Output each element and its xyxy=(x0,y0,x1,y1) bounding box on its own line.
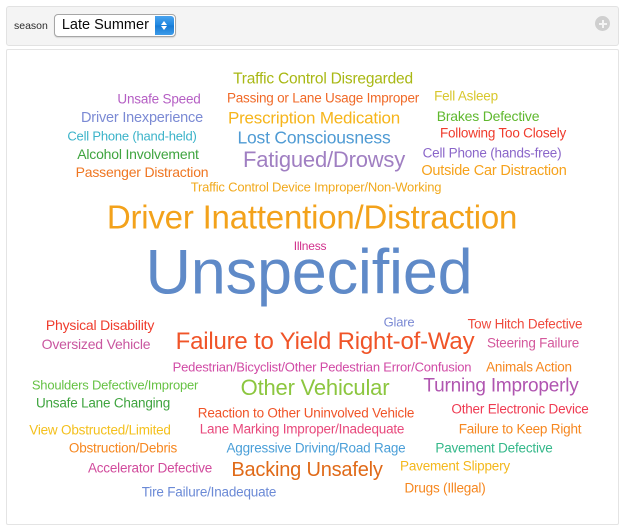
wordcloud-word[interactable]: Prescription Medication xyxy=(228,110,400,127)
wordcloud-word[interactable]: Lane Marking Improper/Inadequate xyxy=(200,422,405,436)
plus-circle-icon[interactable] xyxy=(595,16,610,31)
wordcloud-word[interactable]: Pavement Slippery xyxy=(400,459,510,473)
wordcloud-word[interactable]: Accelerator Defective xyxy=(88,461,212,475)
wordcloud-word[interactable]: Physical Disability xyxy=(46,318,154,332)
wordcloud-word[interactable]: Following Too Closely xyxy=(440,126,566,140)
wordcloud-panel: Traffic Control Disregarded Unsafe Speed P… xyxy=(6,49,619,525)
wordcloud-word[interactable]: Driver Inattention/Distraction xyxy=(107,201,518,234)
wordcloud-word[interactable]: Tire Failure/Inadequate xyxy=(142,485,277,499)
wordcloud-app: season Late Summer Traffic Control Disre… xyxy=(0,0,625,531)
wordcloud-word[interactable]: Unspecified xyxy=(146,241,473,305)
wordcloud-word[interactable]: Passing or Lane Usage Improper xyxy=(227,91,419,105)
chevron-up-icon[interactable] xyxy=(161,21,168,25)
season-selected-value: Late Summer xyxy=(61,17,149,33)
wordcloud-word[interactable]: Reaction to Other Uninvolved Vehicle xyxy=(198,406,415,420)
wordcloud-word[interactable]: Backing Unsafely xyxy=(231,460,383,480)
season-stepper[interactable] xyxy=(154,16,174,35)
plus-vertical-bar xyxy=(601,19,604,28)
wordcloud-word[interactable]: Pedestrian/Bicyclist/Other Pedestrian Er… xyxy=(173,361,472,374)
wordcloud-word[interactable]: Animals Action xyxy=(486,360,572,374)
season-control: season Late Summer xyxy=(14,14,176,37)
wordcloud-word[interactable]: Drugs (Illegal) xyxy=(404,481,485,495)
wordcloud-word[interactable]: Steering Failure xyxy=(487,336,579,350)
wordcloud-word[interactable]: Tow Hitch Defective xyxy=(468,317,583,331)
wordcloud-word[interactable]: Aggressive Driving/Road Rage xyxy=(227,441,406,455)
wordcloud-word[interactable]: View Obstructed/Limited xyxy=(29,423,171,437)
wordcloud-canvas: Traffic Control Disregarded Unsafe Speed P… xyxy=(7,50,618,524)
chevron-down-icon[interactable] xyxy=(161,26,168,30)
wordcloud-word[interactable]: Fatigued/Drowsy xyxy=(243,149,405,171)
wordcloud-word[interactable]: Driver Inexperience xyxy=(81,111,203,126)
wordcloud-word[interactable]: Traffic Control Disregarded xyxy=(233,71,413,87)
wordcloud-word[interactable]: Fell Asleep xyxy=(434,89,498,103)
wordcloud-word[interactable]: Failure to Keep Right xyxy=(459,422,582,436)
wordcloud-word[interactable]: Unsafe Speed xyxy=(117,92,200,106)
wordcloud-word[interactable]: Unsafe Lane Changing xyxy=(36,396,170,410)
wordcloud-word[interactable]: Brakes Defective xyxy=(437,109,540,123)
wordcloud-word[interactable]: Oversized Vehicle xyxy=(42,337,151,351)
wordcloud-word[interactable]: Turning Improperly xyxy=(423,377,578,396)
wordcloud-word[interactable]: Traffic Control Device Improper/Non-Work… xyxy=(191,181,442,194)
season-dropdown[interactable]: Late Summer xyxy=(53,14,176,37)
toolbar: season Late Summer xyxy=(6,6,619,46)
wordcloud-word[interactable]: Other Vehicular xyxy=(241,377,390,399)
wordcloud-word[interactable]: Other Electronic Device xyxy=(451,402,588,416)
wordcloud-word[interactable]: Pavement Defective xyxy=(435,441,552,455)
wordcloud-word[interactable]: Failure to Yield Right-of-Way xyxy=(176,330,475,354)
wordcloud-word[interactable]: Shoulders Defective/Improper xyxy=(32,379,199,392)
wordcloud-word[interactable]: Glare xyxy=(384,316,415,329)
wordcloud-word[interactable]: Cell Phone (hands-free) xyxy=(423,146,562,160)
wordcloud-word[interactable]: Cell Phone (hand-held) xyxy=(67,130,196,143)
wordcloud-word[interactable]: Alcohol Involvement xyxy=(77,147,199,161)
wordcloud-word[interactable]: Passenger Distraction xyxy=(76,165,209,179)
wordcloud-word[interactable]: Outside Car Distraction xyxy=(421,164,566,179)
wordcloud-word[interactable]: Obstruction/Debris xyxy=(69,441,177,455)
season-label: season xyxy=(14,19,48,32)
wordcloud-word[interactable]: Lost Consciousness xyxy=(237,129,390,147)
